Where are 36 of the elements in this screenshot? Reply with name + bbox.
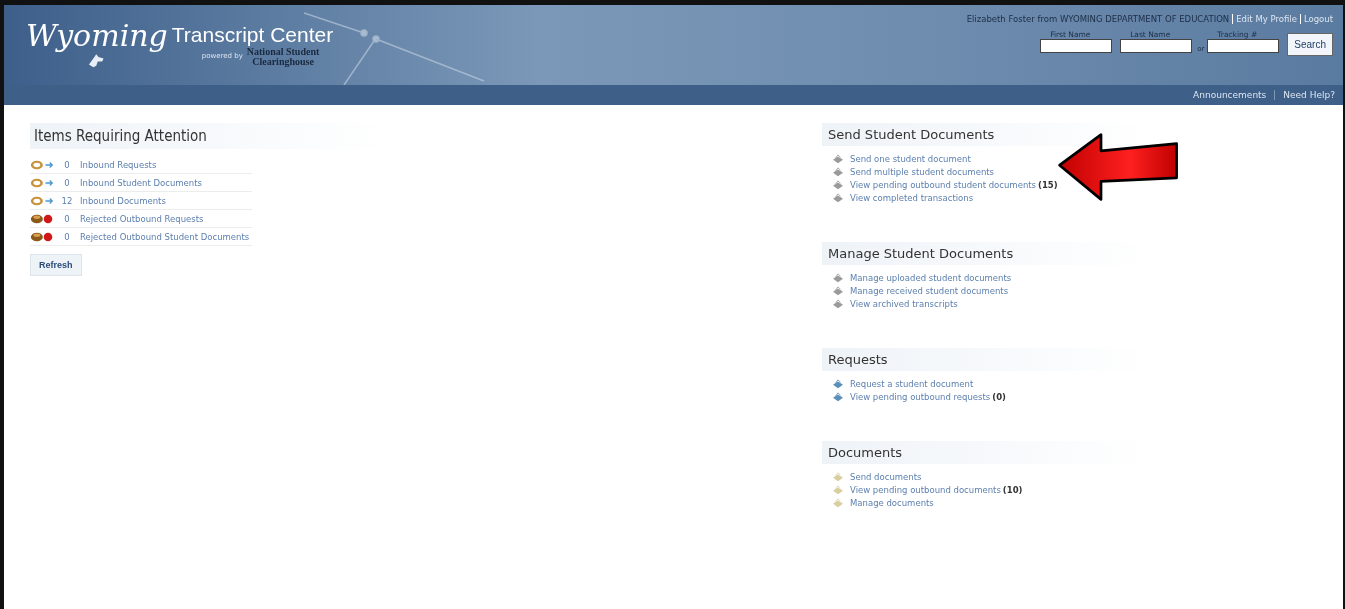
section-link[interactable]: Send documents <box>850 471 922 482</box>
item-count: 0 <box>63 159 71 170</box>
section-link[interactable]: Send one student document <box>850 153 971 164</box>
header-link[interactable]: Logout <box>1299 14 1333 24</box>
item-count: 12 <box>60 195 74 206</box>
nav-link[interactable]: Announcements <box>1193 90 1267 100</box>
org-name: Clearinghouse <box>252 57 314 67</box>
section-link[interactable]: View pending outbound documents <box>850 484 1001 495</box>
attention-link[interactable]: Rejected Outbound Requests <box>80 213 204 224</box>
section-link[interactable]: Manage uploaded student documents <box>850 272 1012 283</box>
link-count: (15) <box>1038 179 1058 190</box>
org-name: National Student <box>246 47 320 57</box>
item-count: 0 <box>63 213 71 224</box>
header-link[interactable]: Edit My Profile <box>1232 14 1297 24</box>
link-count: (0) <box>992 391 1006 402</box>
section-link[interactable]: Manage received student documents <box>850 285 1009 296</box>
site-title: Transcript Center <box>171 23 334 47</box>
item-count: 0 <box>63 177 71 188</box>
user-info: Elizabeth Foster from WYOMING DEPARTMENT OF EDUCATION <box>966 14 1230 24</box>
search-button[interactable]: Search <box>1287 33 1333 56</box>
section-link[interactable]: View archived transcripts <box>850 298 958 309</box>
link-count: (10) <box>1002 484 1023 495</box>
section-link[interactable]: Send multiple student documents <box>850 166 995 177</box>
section-link[interactable]: View pending outbound student documents <box>850 179 1037 190</box>
item-count: 0 <box>63 231 71 242</box>
section-link[interactable]: Manage documents <box>850 497 934 508</box>
attention-link[interactable]: Inbound Documents <box>80 195 166 206</box>
section-link[interactable]: View pending outbound requests <box>850 391 991 402</box>
logo-script-text: Wyoming <box>26 21 168 51</box>
attention-link[interactable]: Rejected Outbound Student Documents <box>80 231 250 242</box>
refresh-button[interactable]: Refresh <box>30 254 82 276</box>
section-link[interactable]: Request a student document <box>850 378 974 389</box>
nav-link[interactable]: Need Help? <box>1274 90 1335 100</box>
section-link[interactable]: View completed transactions <box>850 192 974 203</box>
attention-link[interactable]: Inbound Requests <box>80 159 157 170</box>
attention-link[interactable]: Inbound Student Documents <box>80 177 202 188</box>
